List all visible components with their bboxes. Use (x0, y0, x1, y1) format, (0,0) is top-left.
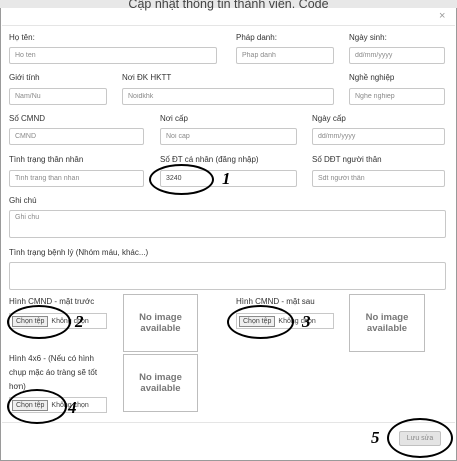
position-label: Pháp danh: (236, 33, 277, 42)
position-input[interactable] (236, 47, 334, 64)
birthday-input[interactable] (349, 47, 445, 64)
preview-text-line: available (140, 323, 181, 334)
phone-label: Số ĐT cá nhân (đăng nhập) (160, 155, 259, 164)
gender-label: Giới tính (9, 73, 40, 82)
issue-place-label: Nơi cấp (160, 114, 188, 123)
portrait-label-line: hơn) (9, 382, 26, 391)
birthday-label: Ngày sinh: (349, 33, 387, 42)
preview-text-line: No image (365, 312, 409, 323)
close-icon[interactable]: × (439, 10, 445, 22)
portrait-file-input[interactable]: Chọn tệp Không chọn (9, 397, 107, 413)
annotation-number: 4 (68, 398, 77, 417)
issue-place-input[interactable] (160, 128, 297, 145)
id-back-preview: No image available (349, 294, 425, 352)
issue-date-input[interactable] (312, 128, 445, 145)
id-front-choose-button[interactable]: Chọn tệp (12, 315, 49, 327)
gender-input[interactable] (9, 88, 107, 105)
name-label: Họ tên: (9, 33, 35, 42)
note-label: Ghi chú (9, 196, 37, 205)
preview-text-line: No image (139, 312, 182, 323)
id-number-label: Số CMND (9, 114, 46, 123)
portrait-label-line: chụp mặc áo tràng sẽ tốt (9, 368, 98, 377)
occupation-input[interactable] (349, 88, 445, 105)
relatives-status-label: Tình trạng thân nhân (9, 155, 84, 164)
id-back-file-input[interactable]: Chọn tệp Không chọn (236, 313, 334, 329)
household-input[interactable] (122, 88, 334, 105)
id-front-label: Hình CMND - mặt trước (9, 297, 95, 306)
id-front-preview: No image available (123, 294, 198, 352)
preview-text-line: No image (139, 372, 182, 383)
annotation-number: 2 (75, 312, 84, 331)
modal-title: Cập nhật thông tin thành viên. Code (128, 0, 329, 11)
portrait-label-line: Hình 4x6 - (Nếu có hình (9, 354, 94, 363)
relatives-status-input[interactable] (9, 170, 144, 187)
medical-textarea[interactable] (9, 262, 446, 290)
header-divider (2, 25, 455, 26)
id-back-label: Hình CMND - mặt sau (236, 297, 315, 306)
issue-date-label: Ngày cấp (312, 114, 346, 123)
annotation-number: 3 (302, 312, 311, 331)
relative-phone-label: Số DĐT người thân (312, 155, 382, 164)
occupation-label: Nghề nghiệp (349, 73, 395, 82)
portrait-choose-button[interactable]: Chọn tệp (12, 399, 49, 411)
id-front-file-input[interactable]: Chọn tệp Không chọn (9, 313, 107, 329)
relative-phone-input[interactable] (312, 170, 445, 187)
annotation-number: 5 (371, 428, 380, 447)
save-button[interactable]: Lưu sửa (399, 431, 441, 446)
id-back-choose-button[interactable]: Chọn tệp (239, 315, 276, 327)
household-label: Nơi ĐK HKTT (122, 73, 172, 82)
medical-label: Tình trạng bệnh lý (Nhóm máu, khác...) (9, 248, 149, 257)
preview-text-line: available (140, 383, 181, 394)
name-input[interactable] (9, 47, 217, 64)
note-textarea[interactable] (9, 210, 446, 238)
id-number-input[interactable] (9, 128, 144, 145)
footer-divider (2, 422, 455, 423)
portrait-label: Hình 4x6 - (Nếu có hình chụp mặc áo tràn… (9, 352, 97, 394)
portrait-preview: No image available (123, 354, 198, 412)
preview-text-line: available (366, 323, 408, 334)
annotation-number: 1 (222, 169, 231, 188)
